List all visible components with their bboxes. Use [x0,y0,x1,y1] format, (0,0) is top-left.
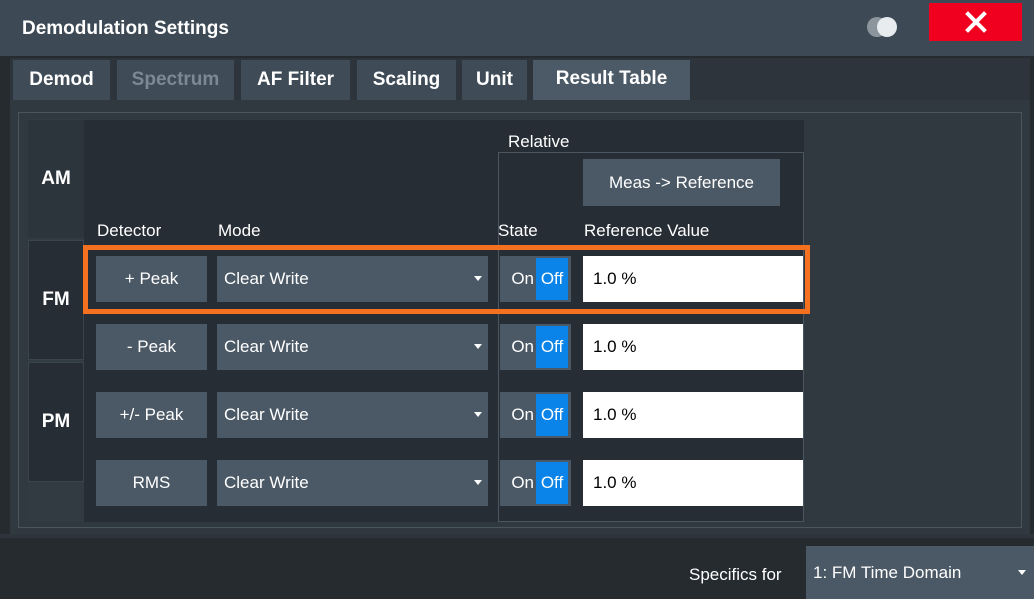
state-on-option[interactable]: On [500,324,536,370]
mode-header: Mode [218,221,261,240]
reference-value-input-minus-peak[interactable]: 1.0 % [583,324,803,370]
detector-button-minus-peak[interactable]: - Peak [96,324,207,370]
toggle-icon[interactable] [866,16,898,38]
state-toggle-rms[interactable]: On Off [500,460,571,506]
tab-fm[interactable]: FM [28,240,84,360]
title-bar: Demodulation Settings [0,0,1034,56]
specifics-label: Specifics for [689,565,782,584]
tab-af-filter[interactable]: AF Filter [241,60,350,100]
state-on-option[interactable]: On [500,392,536,438]
tab-demod[interactable]: Demod [13,60,110,100]
mode-value: Clear Write [224,269,309,288]
mode-select-plus-minus-peak[interactable]: Clear Write [217,392,488,438]
state-on-option[interactable]: On [500,460,536,506]
tab-am[interactable]: AM [28,120,84,238]
tab-result-table[interactable]: Result Table [533,60,690,100]
dialog-title: Demodulation Settings [22,18,229,39]
reference-value-input-plus-peak[interactable]: 1.0 % [583,256,803,302]
close-x-icon [964,11,987,33]
mode-value: Clear Write [224,473,309,492]
dropdown-arrow-icon [474,344,482,349]
tab-pm[interactable]: PM [28,362,84,482]
tab-unit[interactable]: Unit [462,60,527,100]
detector-header: Detector [97,221,162,240]
reference-value-input-rms[interactable]: 1.0 % [583,460,803,506]
footer-separator [0,534,1034,538]
dropdown-arrow-icon [474,480,482,485]
tab-scaling[interactable]: Scaling [357,60,456,100]
state-toggle-plus-minus-peak[interactable]: On Off [500,392,571,438]
state-off-option[interactable]: Off [536,394,568,436]
mode-value: Clear Write [224,337,309,356]
state-header: State [498,221,538,240]
state-off-option[interactable]: Off [536,258,568,300]
detector-button-plus-peak[interactable]: + Peak [96,256,207,302]
state-off-option[interactable]: Off [536,326,568,368]
mode-select-rms[interactable]: Clear Write [217,460,488,506]
specifics-value: 1: FM Time Domain [813,562,962,582]
close-button[interactable] [929,3,1022,41]
meas-to-reference-button[interactable]: Meas -> Reference [583,159,780,206]
dropdown-arrow-icon [474,412,482,417]
relative-label: Relative [508,132,570,151]
reference-value-input-plus-minus-peak[interactable]: 1.0 % [583,392,803,438]
dropdown-arrow-icon [474,276,482,281]
specifics-select[interactable]: 1: FM Time Domain [806,546,1034,599]
state-toggle-plus-peak[interactable]: On Off [500,256,571,302]
mode-select-plus-peak[interactable]: Clear Write [217,256,488,302]
mode-value: Clear Write [224,405,309,424]
state-on-option[interactable]: On [500,256,536,302]
mode-select-minus-peak[interactable]: Clear Write [217,324,488,370]
state-toggle-minus-peak[interactable]: On Off [500,324,571,370]
tab-spectrum[interactable]: Spectrum [117,60,234,100]
demodulation-settings-dialog: Demodulation Settings Demod Spectrum AF … [0,0,1034,599]
detector-button-plus-minus-peak[interactable]: +/- Peak [96,392,207,438]
reference-value-header: Reference Value [584,221,710,240]
detector-button-rms[interactable]: RMS [96,460,207,506]
state-off-option[interactable]: Off [536,462,568,504]
dropdown-arrow-icon [1018,570,1026,575]
